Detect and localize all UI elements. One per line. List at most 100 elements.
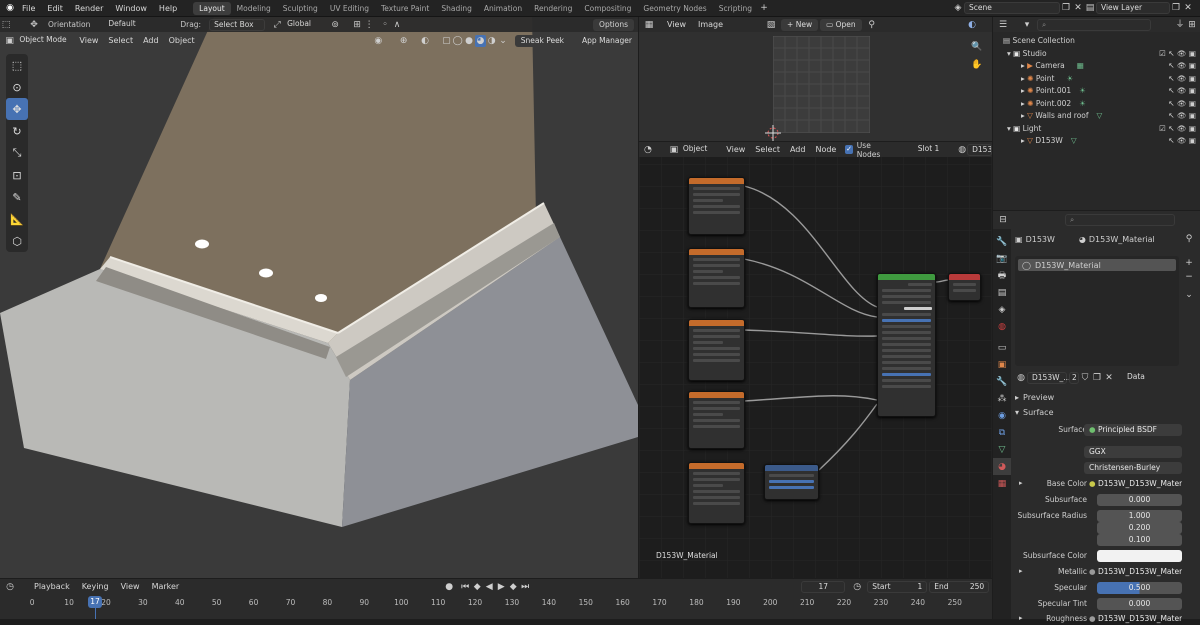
annotate-tool-icon[interactable]: ✎ bbox=[6, 186, 28, 208]
select-icon[interactable]: ↖ bbox=[1168, 136, 1174, 145]
workspace-tab-texture-paint[interactable]: Texture Paint bbox=[375, 0, 435, 17]
scene-close-icon[interactable]: ✕ bbox=[1072, 2, 1084, 14]
select-icon[interactable]: ↖ bbox=[1168, 124, 1174, 133]
sneak-peek-button[interactable]: Sneak Peek bbox=[514, 34, 571, 47]
image-texture-node-1[interactable] bbox=[688, 177, 745, 235]
outliner-search-input[interactable]: ⌕ bbox=[1037, 18, 1151, 31]
view-layer-copy-icon[interactable]: ❐ bbox=[1170, 2, 1182, 14]
menu-edit[interactable]: Edit bbox=[41, 0, 69, 17]
outliner-item-point-001[interactable]: ▸ ✺ Point.001 ☀ ↖ 👁 ▣ bbox=[993, 85, 1200, 98]
view-layer-icon[interactable]: ▤ bbox=[1084, 2, 1096, 14]
scene-tab-icon[interactable]: ◈ bbox=[993, 301, 1011, 318]
subsurface-radius-z-field[interactable]: 0.100 bbox=[1097, 534, 1182, 546]
move-tool-icon[interactable]: ✥ bbox=[6, 98, 28, 120]
view-layer-field[interactable]: View Layer bbox=[1096, 2, 1170, 14]
outliner-item-d153w[interactable]: ▸ ▽ D153W ▽ ↖ 👁 ▣ bbox=[993, 135, 1200, 148]
subsurface-radius-x-field[interactable]: 1.000 bbox=[1097, 510, 1182, 522]
workspace-tab-rendering[interactable]: Rendering bbox=[528, 0, 578, 17]
shader-type-dropdown[interactable]: Object bbox=[679, 144, 713, 156]
node-editor-type-icon[interactable]: ◔ bbox=[643, 144, 653, 156]
properties-editor[interactable]: ⊟ ⌕ 🔧 📷 🖶 ▤ ◈ ◍ ▭ ▣ 🔧 ⁂ ◉ ⧉ ▽ ◕ ▦ ▣ D153… bbox=[993, 211, 1200, 623]
outliner-item-light[interactable]: ▾ ▣ Light ☑ ↖ 👁 ▣ bbox=[993, 123, 1200, 136]
shading-wireframe-icon[interactable]: ◯ bbox=[452, 35, 463, 47]
scene-icon[interactable]: ◈ bbox=[952, 2, 964, 14]
new-image-button[interactable]: + New bbox=[781, 18, 819, 31]
output-tab-icon[interactable]: 🖶 bbox=[993, 267, 1011, 284]
transform-space-dropdown[interactable]: Global bbox=[283, 19, 329, 31]
outliner-item-camera[interactable]: ▸ ▶ Camera ▦ ↖ 👁 ▣ bbox=[993, 60, 1200, 73]
workspace-tab-modeling[interactable]: Modeling bbox=[231, 0, 277, 17]
transform-tool-icon[interactable]: ⊡ bbox=[6, 164, 28, 186]
eye-icon[interactable]: 👁 bbox=[1177, 136, 1187, 145]
3d-viewport[interactable]: ⬚ ✥ Orientation Default Drag: Select Box… bbox=[0, 17, 638, 578]
new-collection-icon[interactable]: ⊞ bbox=[1186, 19, 1198, 31]
link-dropdown[interactable]: Data bbox=[1123, 372, 1181, 384]
scale-tool-icon[interactable]: ⤡ bbox=[6, 142, 28, 164]
outliner-scene-collection[interactable]: ▤ Scene Collection bbox=[993, 35, 1200, 48]
subsurface-radius-y-field[interactable]: 0.200 bbox=[1097, 522, 1182, 534]
menu-window[interactable]: Window bbox=[109, 0, 153, 17]
cursor-tool-icon[interactable]: ⊙ bbox=[6, 76, 28, 98]
2d-cursor-icon[interactable] bbox=[765, 125, 781, 141]
viewport-menu-select[interactable]: Select bbox=[103, 33, 138, 48]
pan-hand-icon[interactable]: ✋ bbox=[971, 59, 983, 71]
render-tab-icon[interactable]: 📷 bbox=[993, 250, 1011, 267]
eye-icon[interactable]: 👁 bbox=[1177, 111, 1187, 120]
outliner-filter-icon[interactable]: ▾ bbox=[1021, 19, 1033, 31]
material-browse-icon[interactable]: ◍ bbox=[1015, 372, 1027, 384]
select-icon[interactable]: ↖ bbox=[1168, 74, 1174, 83]
data-tab-icon[interactable]: ▽ bbox=[993, 441, 1011, 458]
light-data-icon[interactable]: ☀ bbox=[1066, 74, 1073, 83]
object-tab-icon[interactable]: ▣ bbox=[993, 356, 1011, 373]
image-browse-icon[interactable]: ▧ bbox=[765, 19, 777, 31]
menu-render[interactable]: Render bbox=[69, 0, 109, 17]
select-icon[interactable]: ↖ bbox=[1168, 99, 1174, 108]
mode-dropdown[interactable]: Object Mode bbox=[15, 35, 74, 47]
workspace-tab-shading[interactable]: Shading bbox=[435, 0, 477, 17]
physics-tab-icon[interactable]: ◉ bbox=[993, 407, 1011, 424]
outliner-item-walls-and-roof[interactable]: ▸ ▽ Walls and roof ▽ ↖ 👁 ▣ bbox=[993, 110, 1200, 123]
scene-copy-icon[interactable]: ❐ bbox=[1060, 2, 1072, 14]
workspace-tab-layout[interactable]: Layout bbox=[193, 1, 231, 15]
transform-gizmo-icon[interactable]: ✥ bbox=[28, 19, 40, 31]
preview-panel-header[interactable]: ▸ Preview bbox=[1015, 391, 1054, 403]
surface-panel-header[interactable]: ▾ Surface bbox=[1015, 406, 1054, 418]
image-texture-node-2[interactable] bbox=[688, 248, 745, 308]
camera-render-icon[interactable]: ▣ bbox=[1189, 136, 1196, 145]
outliner-funnel-icon[interactable]: ⏚ bbox=[1174, 19, 1186, 31]
workspace-tab-scripting[interactable]: Scripting bbox=[713, 0, 758, 17]
eye-icon[interactable]: 👁 bbox=[1177, 99, 1187, 108]
light-data-icon[interactable]: ☀ bbox=[1079, 99, 1086, 108]
subsurface-field[interactable]: 0.000 bbox=[1097, 494, 1182, 506]
proportional-falloff-icon[interactable]: ∧ bbox=[391, 19, 403, 31]
remove-slot-icon[interactable]: − bbox=[1183, 271, 1195, 283]
material-datablock-field[interactable]: D153W_... bbox=[1027, 371, 1070, 384]
material-output-node[interactable] bbox=[948, 273, 981, 301]
world-tab-icon[interactable]: ◍ bbox=[993, 318, 1011, 335]
base-color-field[interactable]: ● D153W_D153W_Materia... bbox=[1084, 478, 1182, 490]
shading-options-icon[interactable]: ⌄ bbox=[497, 35, 508, 47]
particles-tab-icon[interactable]: ⁂ bbox=[993, 390, 1011, 407]
duplicate-material-icon[interactable]: ❐ bbox=[1091, 372, 1103, 384]
workspace-tab-animation[interactable]: Animation bbox=[478, 0, 528, 17]
viewport-menu-object[interactable]: Object bbox=[164, 33, 200, 48]
subsurface-color-swatch[interactable] bbox=[1097, 550, 1182, 562]
editor-type-icon[interactable]: ⬚ bbox=[0, 19, 12, 31]
mesh-data-icon[interactable]: ▽ bbox=[1071, 136, 1077, 145]
roughness-field[interactable]: ● D153W_D153W_Materia... bbox=[1084, 613, 1182, 625]
properties-search-input[interactable]: ⌕ bbox=[1065, 213, 1175, 226]
select-box-tool-icon[interactable]: ⬚ bbox=[6, 54, 28, 76]
image-editor-type-icon[interactable]: ▦ bbox=[643, 19, 655, 31]
transform-space-icon[interactable]: ⤢ bbox=[271, 19, 283, 31]
menu-file[interactable]: File bbox=[16, 0, 41, 17]
proportional-edit-icon[interactable]: ◦ bbox=[379, 19, 391, 31]
view-layer-tab-icon[interactable]: ▤ bbox=[993, 284, 1011, 301]
outliner-type-icon[interactable]: ☰ bbox=[997, 19, 1009, 31]
image-menu-view[interactable]: View bbox=[661, 17, 692, 32]
blender-logo-icon[interactable]: ◉ bbox=[4, 2, 16, 14]
camera-render-icon[interactable]: ▣ bbox=[1189, 124, 1196, 133]
camera-render-icon[interactable]: ▣ bbox=[1189, 99, 1196, 108]
collection-tab-icon[interactable]: ▭ bbox=[993, 339, 1011, 356]
normal-map-node[interactable] bbox=[764, 464, 819, 500]
constraints-tab-icon[interactable]: ⧉ bbox=[993, 424, 1011, 441]
